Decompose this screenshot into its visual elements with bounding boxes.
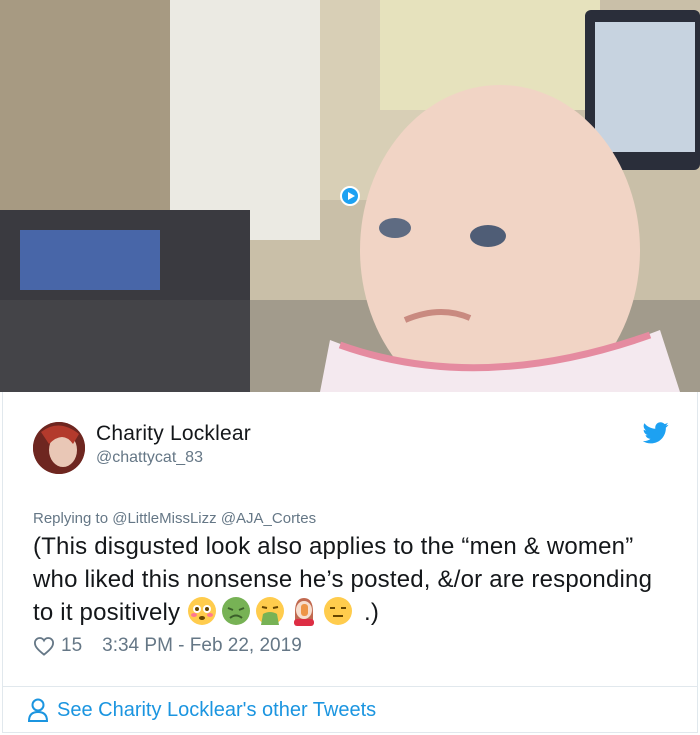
reply-mention[interactable]: @AJA_Cortes [221,510,316,527]
tweet-card: Charity Locklear @chattycat_83 Replying … [2,392,698,733]
author-handle[interactable]: @chattycat_83 [96,449,203,467]
person-icon [27,698,49,722]
tweet-media-gif[interactable] [0,0,700,392]
see-other-tweets-link[interactable]: See Charity Locklear's other Tweets [27,698,376,722]
reply-mention[interactable]: @LittleMissLizz [112,510,216,527]
tweet-timestamp[interactable]: 3:34 PM - Feb 22, 2019 [102,635,302,657]
emoji-row [187,596,364,626]
like-count[interactable]: 15 [61,635,82,657]
replying-prefix: Replying to [33,510,109,527]
nauseated-face-icon [221,596,251,626]
play-icon[interactable] [340,186,360,206]
expressionless-face-icon [323,596,353,626]
woman-facepalming-icon [289,596,319,626]
tweet-meta: 15 3:34 PM - Feb 22, 2019 [33,635,302,657]
tweet-text: (This disgusted look also applies to the… [33,530,663,629]
see-other-tweets-label[interactable]: See Charity Locklear's other Tweets [57,699,376,722]
divider [3,686,697,687]
avatar[interactable] [33,422,85,474]
twitter-bird-icon[interactable] [643,422,669,444]
tweet-text-end: .) [364,599,380,626]
flushed-face-icon [187,596,217,626]
vomiting-face-icon [255,596,285,626]
heart-icon[interactable] [33,636,55,656]
author-name[interactable]: Charity Locklear [96,422,251,446]
replying-to: Replying to @LittleMissLizz @AJA_Cortes [33,510,316,527]
